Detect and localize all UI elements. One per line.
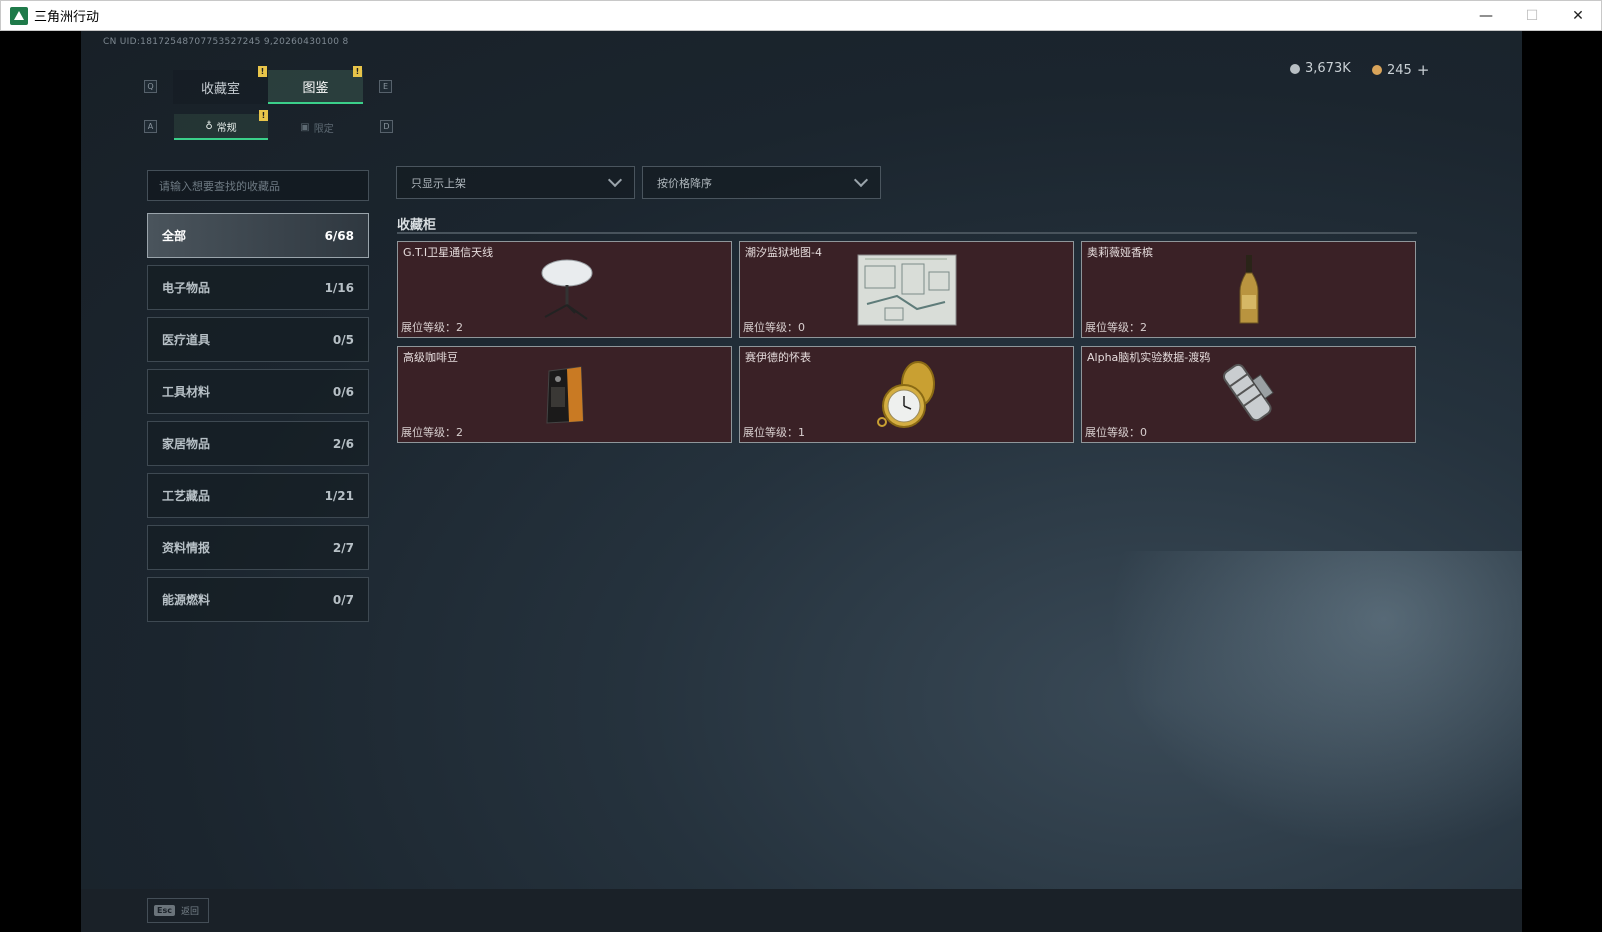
category-count: 1/21 bbox=[324, 488, 354, 503]
item-name: 赛伊德的怀表 bbox=[745, 351, 811, 364]
coffee-bag-icon bbox=[545, 365, 584, 424]
category-name: 家居物品 bbox=[162, 437, 211, 451]
category-crafts[interactable]: 工艺藏品 1/21 bbox=[147, 473, 369, 518]
subtab-notice-badge: ! bbox=[259, 110, 268, 121]
item-level: 展位等级：2 bbox=[1085, 321, 1147, 334]
satellite-dish-icon bbox=[541, 259, 592, 320]
category-tools[interactable]: 工具材料 0/6 bbox=[147, 369, 369, 414]
data-canister-icon bbox=[1222, 363, 1274, 421]
tab-collection-room[interactable]: 收藏室 bbox=[173, 70, 268, 104]
close-button[interactable]: ✕ bbox=[1555, 1, 1601, 31]
tab-notice-badge: ! bbox=[258, 66, 267, 77]
tab-next-key[interactable]: E bbox=[379, 80, 392, 93]
category-name: 电子物品 bbox=[162, 281, 211, 295]
subtab-next-key[interactable]: D bbox=[380, 120, 393, 133]
category-count: 2/7 bbox=[332, 540, 354, 555]
category-name: 工艺藏品 bbox=[162, 489, 211, 503]
subtab-limited[interactable]: ▣ 限定 bbox=[270, 114, 364, 140]
esc-key-icon: Esc bbox=[154, 905, 175, 916]
sort-dropdown[interactable]: 按价格降序 bbox=[642, 166, 881, 199]
subtab-regular[interactable]: ♁ 常规 bbox=[174, 114, 268, 140]
currency-value: 245 bbox=[1387, 62, 1412, 78]
collection-card[interactable]: 赛伊德的怀表 展位等级：1 bbox=[739, 346, 1074, 443]
tab-label: 图鉴 bbox=[302, 80, 329, 96]
category-household[interactable]: 家居物品 2/6 bbox=[147, 421, 369, 466]
chevron-down-icon bbox=[853, 172, 869, 188]
tab-notice-badge: ! bbox=[353, 66, 362, 77]
category-name: 能源燃料 bbox=[162, 593, 211, 607]
minimize-button[interactable]: — bbox=[1463, 1, 1509, 31]
item-level: 展位等级：0 bbox=[743, 321, 805, 334]
subtab-label: 限定 bbox=[313, 123, 334, 135]
collection-card[interactable]: 奥莉薇娅香槟 展位等级：2 bbox=[1081, 241, 1416, 338]
window-titlebar: 三角洲行动 — ☐ ✕ bbox=[0, 0, 1602, 31]
category-count: 6/68 bbox=[324, 228, 354, 243]
collection-card[interactable]: 潮汐监狱地图-4 展位等级：0 bbox=[739, 241, 1074, 338]
app-logo-icon bbox=[10, 6, 28, 25]
cabinet-title: 收藏柜 bbox=[397, 218, 437, 233]
display-filter-dropdown[interactable]: 只显示上架 bbox=[396, 166, 635, 199]
category-count: 0/6 bbox=[332, 384, 354, 399]
champagne-bottle-icon bbox=[1239, 254, 1258, 323]
category-count: 0/7 bbox=[332, 592, 354, 607]
add-currency-button[interactable]: + bbox=[1417, 61, 1430, 79]
back-label: 返回 bbox=[180, 907, 199, 917]
subtab-label: 常规 bbox=[216, 122, 237, 134]
back-button[interactable]: Esc 返回 bbox=[147, 898, 209, 923]
map-icon bbox=[857, 254, 956, 325]
window-title: 三角洲行动 bbox=[34, 10, 100, 25]
item-level: 展位等级：0 bbox=[1085, 426, 1147, 439]
category-count: 0/5 bbox=[332, 332, 354, 347]
currency-value: 3,673K bbox=[1305, 61, 1351, 76]
game-viewport: CN UID:18172548707753527245 9,2026043010… bbox=[81, 31, 1522, 889]
category-name: 资料情报 bbox=[162, 541, 211, 555]
category-name: 医疗道具 bbox=[162, 333, 211, 347]
collection-card[interactable]: Alpha脑机实验数据-渡鸦 展位等级：0 bbox=[1081, 346, 1416, 443]
dropdown-value: 按价格降序 bbox=[657, 176, 712, 190]
pocket-watch-icon bbox=[876, 360, 935, 428]
item-name: 奥莉薇娅香槟 bbox=[1087, 246, 1153, 259]
category-count: 2/6 bbox=[332, 436, 354, 451]
category-name: 工具材料 bbox=[162, 385, 211, 399]
item-name: 潮汐监狱地图-4 bbox=[745, 246, 822, 259]
category-fuel[interactable]: 能源燃料 0/7 bbox=[147, 577, 369, 622]
user-uid: CN UID:18172548707753527245 9,2026043010… bbox=[103, 37, 349, 47]
category-count: 1/16 bbox=[324, 280, 354, 295]
tab-prev-key[interactable]: Q bbox=[144, 80, 157, 93]
tab-label: 收藏室 bbox=[200, 81, 240, 97]
currency-silver: 3,673K bbox=[1290, 61, 1351, 76]
item-name: G.T.I卫星通信天线 bbox=[403, 246, 494, 259]
item-level: 展位等级：2 bbox=[401, 426, 463, 439]
subtab-prev-key[interactable]: A bbox=[144, 120, 157, 133]
collection-card[interactable]: 高级咖啡豆 展位等级：2 bbox=[397, 346, 732, 443]
cabinet-divider bbox=[397, 232, 1417, 234]
item-level: 展位等级：2 bbox=[401, 321, 463, 334]
item-name: 高级咖啡豆 bbox=[403, 351, 458, 364]
category-electronics[interactable]: 电子物品 1/16 bbox=[147, 265, 369, 310]
limited-icon: ▣ bbox=[300, 121, 310, 133]
category-name: 全部 bbox=[162, 229, 187, 243]
regular-icon: ♁ bbox=[205, 120, 213, 132]
footer-bar: Esc 返回 bbox=[81, 889, 1522, 932]
search-input[interactable]: 请输入想要查找的收藏品 bbox=[147, 170, 369, 201]
category-medical[interactable]: 医疗道具 0/5 bbox=[147, 317, 369, 362]
chevron-down-icon bbox=[607, 172, 623, 188]
category-intel[interactable]: 资料情报 2/7 bbox=[147, 525, 369, 570]
tab-codex[interactable]: 图鉴 bbox=[268, 70, 363, 104]
gold-coin-icon bbox=[1372, 65, 1382, 75]
dropdown-value: 只显示上架 bbox=[411, 176, 466, 190]
silver-coin-icon bbox=[1290, 63, 1300, 74]
item-level: 展位等级：1 bbox=[743, 426, 805, 439]
background-smoke bbox=[1062, 551, 1522, 889]
collection-card[interactable]: G.T.I卫星通信天线 展位等级：2 bbox=[397, 241, 732, 338]
item-name: Alpha脑机实验数据-渡鸦 bbox=[1087, 351, 1211, 364]
category-all[interactable]: 全部 6/68 bbox=[147, 213, 369, 258]
maximize-button[interactable]: ☐ bbox=[1509, 1, 1555, 31]
currency-gold: 245 + bbox=[1372, 61, 1429, 79]
